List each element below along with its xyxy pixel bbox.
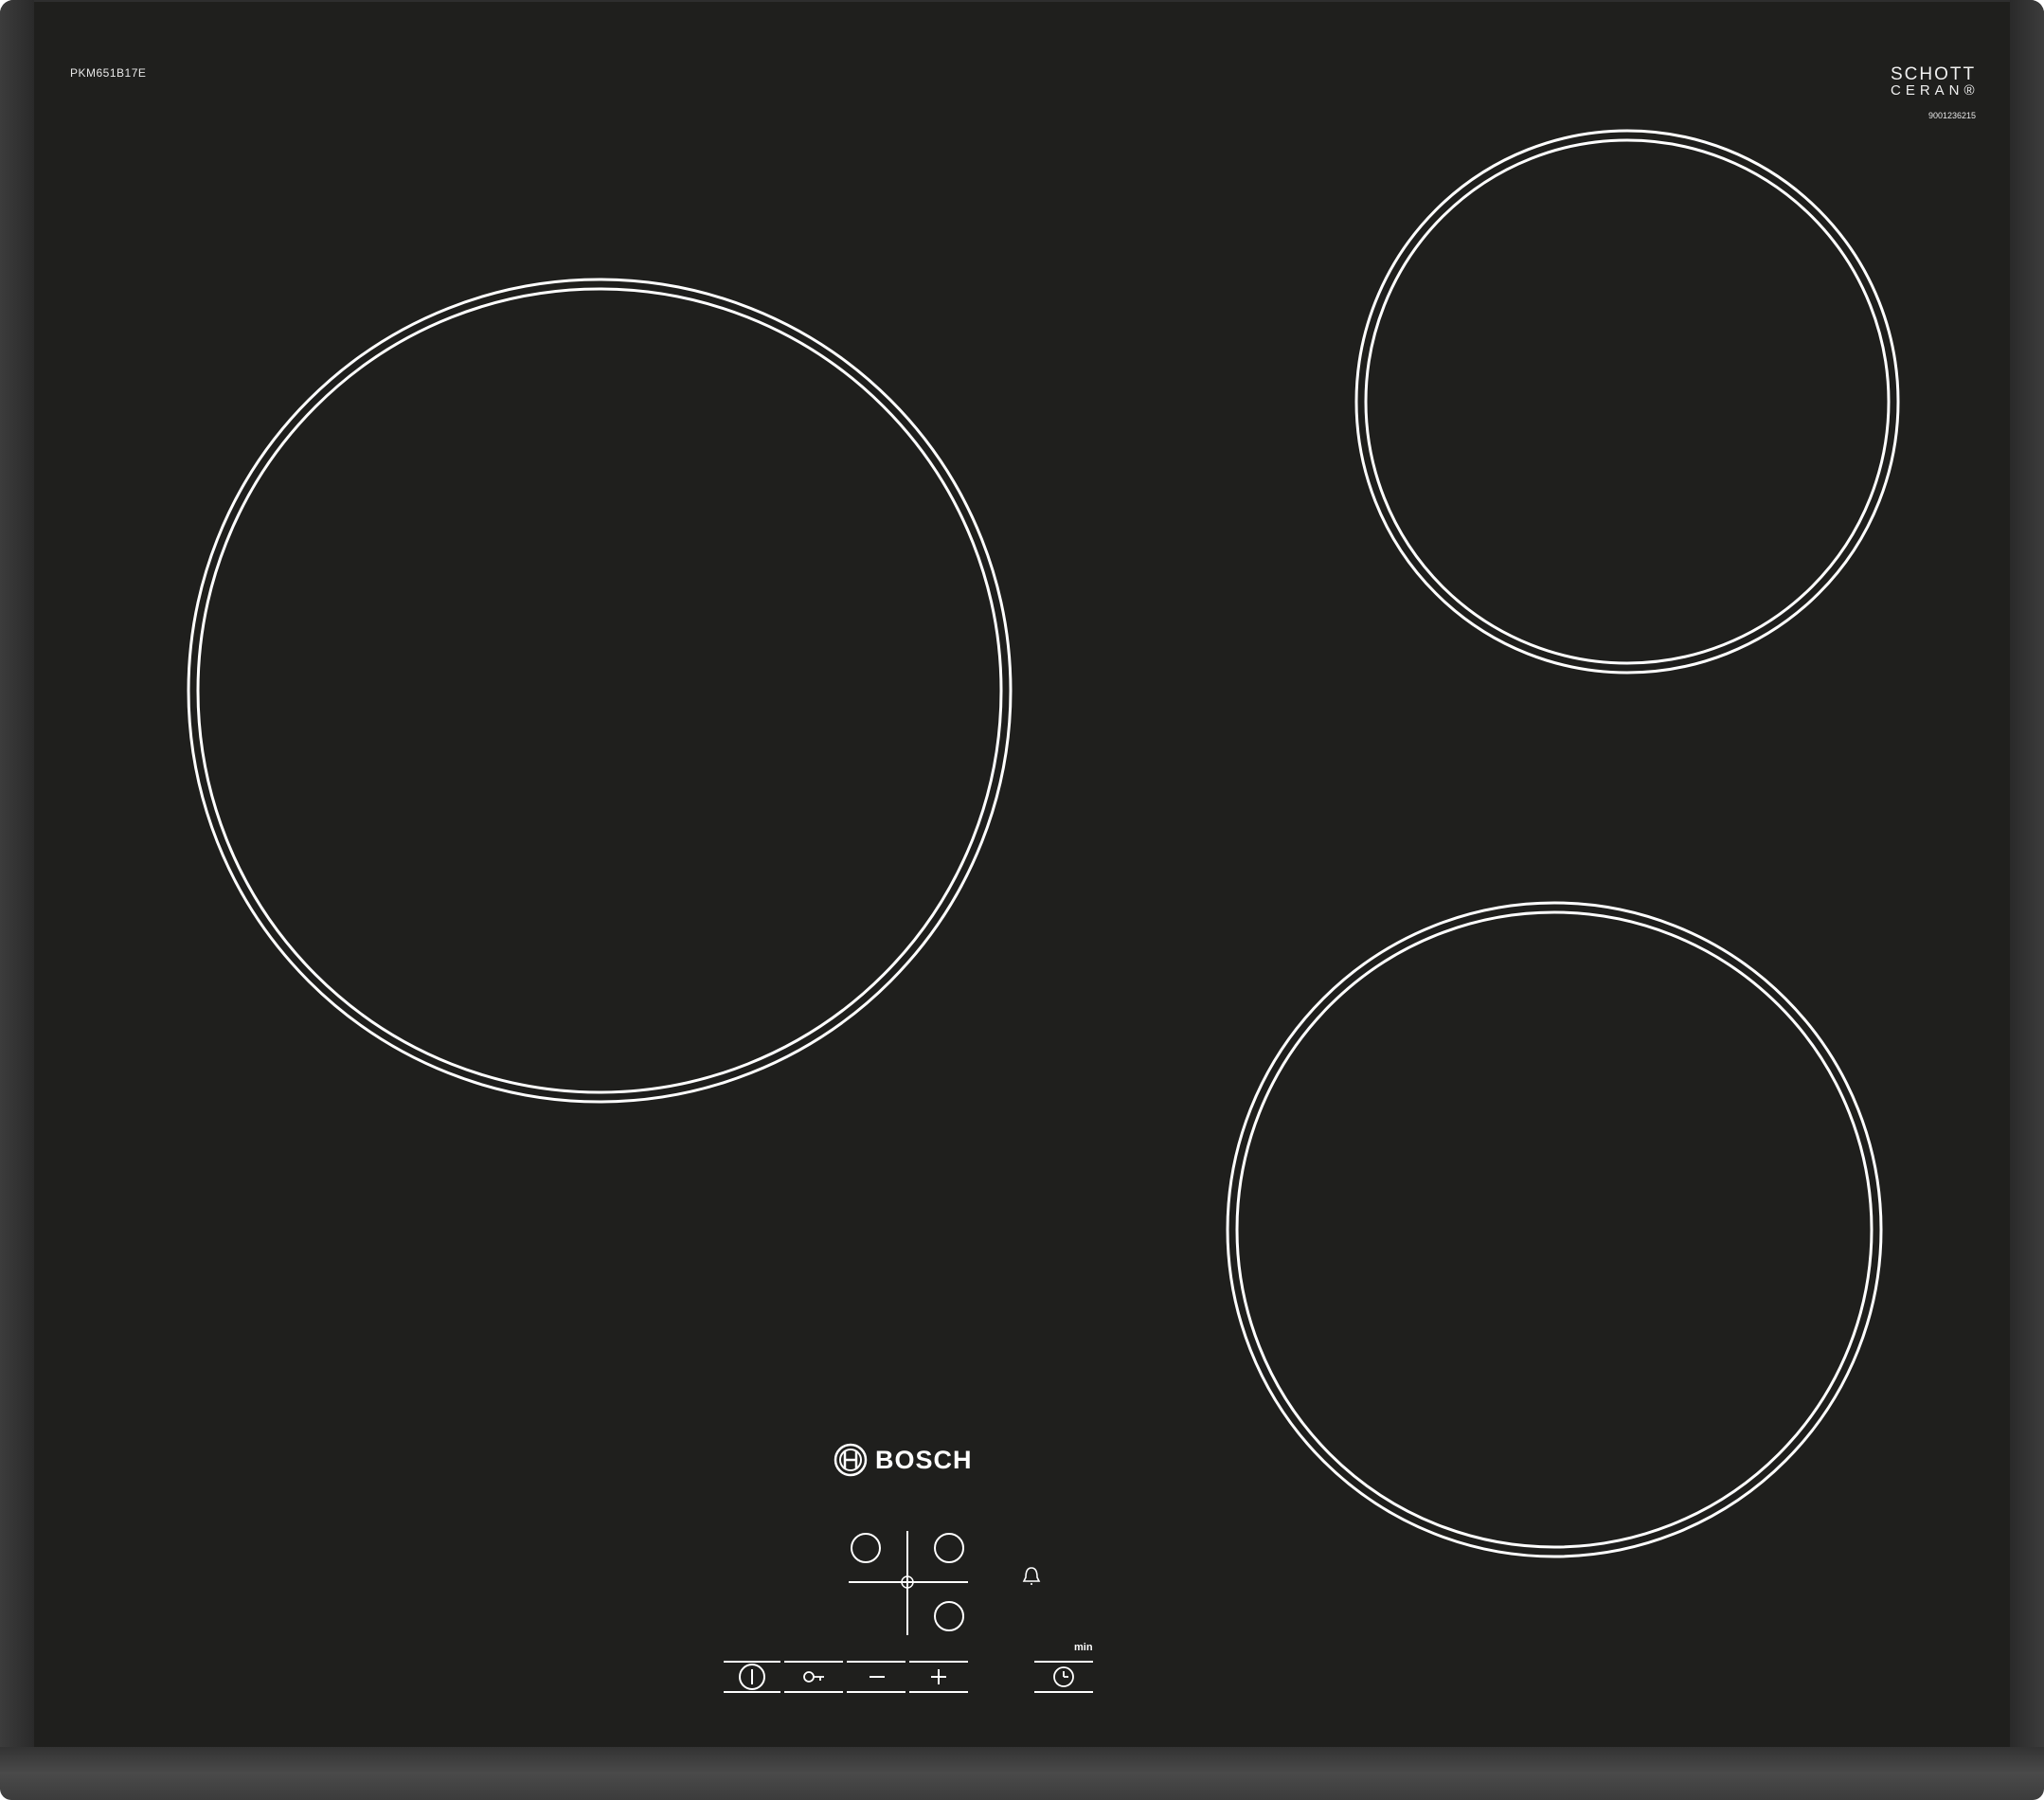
timer-unit-label: min: [1074, 1642, 1093, 1653]
schott-ceran-line1: SCHOTT: [1891, 64, 1977, 84]
brand-name: BOSCH: [875, 1445, 973, 1474]
frame-right-edge: [2010, 0, 2044, 1800]
bosch-logo: BOSCH: [834, 1442, 973, 1478]
frame-left-edge: [0, 0, 34, 1800]
frame-front-edge: [0, 1747, 2044, 1800]
serial-number: 9001236215: [1928, 111, 1977, 120]
cooking-zone-front-left[interactable]: [186, 277, 1013, 1105]
cooking-zone-front-right[interactable]: [1226, 901, 1883, 1558]
cooking-zone-rear-right[interactable]: [1354, 129, 1900, 675]
schott-ceran-logo: SCHOTT CERAN®: [1891, 64, 1980, 99]
bosch-armature-icon: [834, 1443, 868, 1477]
schott-ceran-line2: CERAN®: [1891, 82, 1980, 99]
model-code: PKM651B17E: [70, 66, 147, 80]
